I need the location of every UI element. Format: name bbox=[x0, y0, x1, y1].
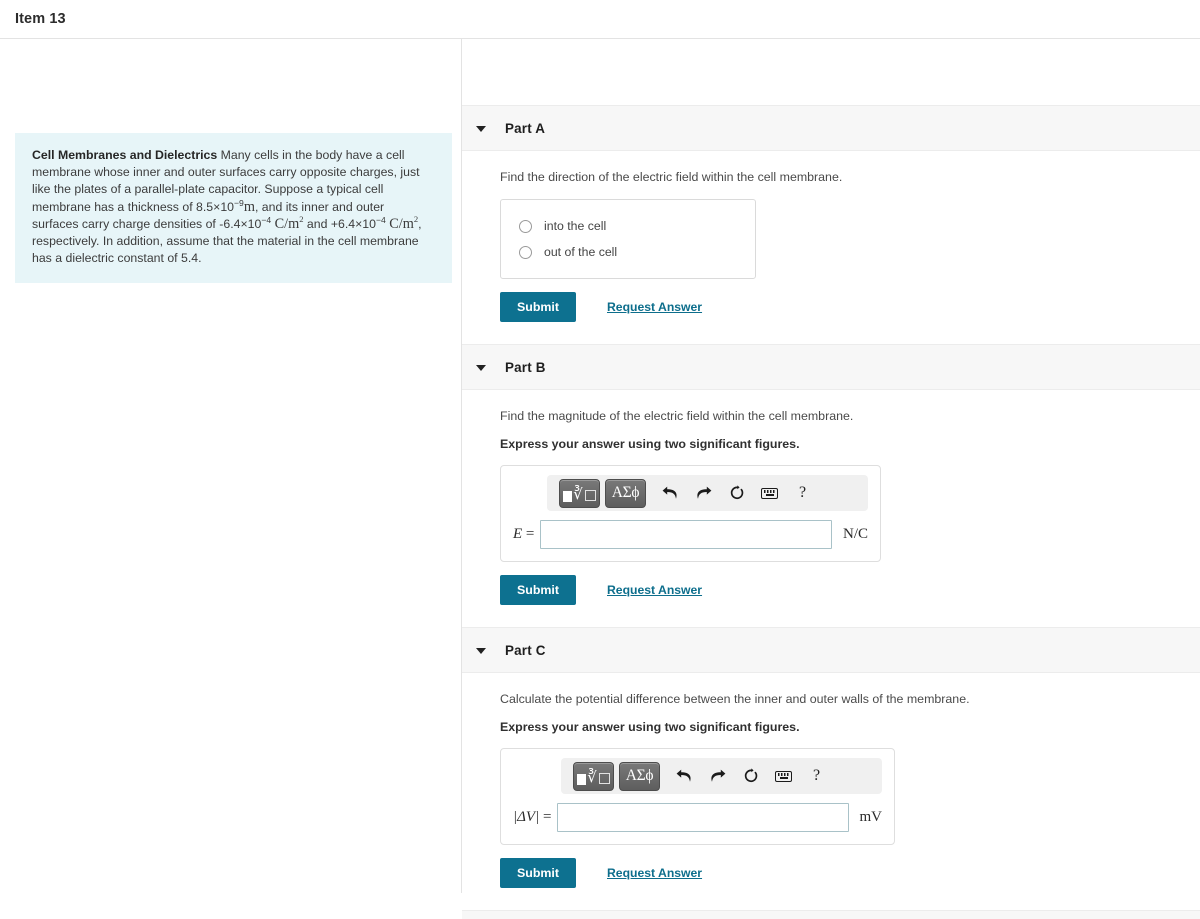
chevron-down-icon[interactable] bbox=[476, 647, 486, 654]
parts-pane: Part A Find the direction of the electri… bbox=[462, 39, 1200, 919]
submit-button[interactable]: Submit bbox=[500, 292, 576, 322]
problem-unit-3-base: C/m bbox=[389, 215, 414, 232]
choice-option-out-of-the-cell[interactable]: out of the cell bbox=[501, 239, 755, 265]
part-b-answer-box: ∛ ΑΣϕ ? E = N/C bbox=[500, 465, 881, 562]
part-b-header[interactable]: Part B bbox=[462, 344, 1200, 390]
greek-symbols-button[interactable]: ΑΣϕ bbox=[619, 761, 660, 791]
greek-letters-label: ΑΣϕ bbox=[611, 484, 640, 502]
part-a-question: Find the direction of the electric field… bbox=[500, 170, 843, 184]
submit-button[interactable]: Submit bbox=[500, 575, 576, 605]
part-section-a: Part A Find the direction of the electri… bbox=[462, 105, 1200, 344]
part-c-answer-row: |ΔV| = mV bbox=[513, 803, 882, 832]
part-c-header[interactable]: Part C bbox=[462, 627, 1200, 673]
part-b-answer-symbol: E = bbox=[513, 526, 540, 543]
problem-statement: Cell Membranes and Dielectrics Many cell… bbox=[15, 133, 452, 284]
chevron-down-icon[interactable] bbox=[476, 125, 486, 132]
top-bar: Item 13 bbox=[0, 0, 1200, 39]
part-b-symbol-glyph: E bbox=[513, 526, 523, 542]
greek-letters-label: ΑΣϕ bbox=[625, 767, 654, 785]
part-c-label: Part C bbox=[505, 642, 546, 658]
redo-icon[interactable] bbox=[704, 769, 731, 784]
part-c-unit: mV bbox=[859, 809, 883, 825]
part-c-equals-sign: = bbox=[539, 809, 552, 825]
problem-unit-2: C/m2 bbox=[274, 215, 304, 232]
math-template-button[interactable]: ∛ bbox=[573, 761, 614, 791]
part-a-actions: Submit Request Answer bbox=[500, 292, 1200, 344]
problem-text-3: and +6.4×10 bbox=[303, 216, 376, 231]
request-answer-link[interactable]: Request Answer bbox=[607, 583, 702, 597]
part-c-question: Calculate the potential difference betwe… bbox=[500, 692, 970, 706]
problem-exponent-2: −4 bbox=[261, 214, 272, 225]
part-b-answer-row: E = N/C bbox=[513, 520, 868, 549]
chevron-down-icon[interactable] bbox=[476, 364, 486, 371]
page-title: Item 13 bbox=[15, 11, 66, 27]
part-a-label: Part A bbox=[505, 120, 546, 136]
part-a-choice-group: into the cell out of the cell bbox=[500, 199, 756, 279]
template-radical-icon: ∛ bbox=[577, 768, 610, 785]
part-b-label: Part B bbox=[505, 359, 546, 375]
part-c-actions: Submit Request Answer bbox=[500, 858, 1200, 910]
keyboard-icon[interactable] bbox=[756, 487, 783, 499]
problem-unit-1: m bbox=[243, 198, 255, 215]
problem-heading: Cell Membranes and Dielectrics bbox=[32, 148, 218, 162]
undo-icon[interactable] bbox=[671, 769, 698, 784]
choice-label: into the cell bbox=[544, 219, 607, 233]
submit-button[interactable]: Submit bbox=[500, 858, 576, 888]
part-b-unit: N/C bbox=[842, 526, 868, 542]
reset-icon[interactable] bbox=[737, 768, 764, 784]
part-section-b: Part B Find the magnitude of the electri… bbox=[462, 344, 1200, 627]
part-b-question: Find the magnitude of the electric field… bbox=[500, 409, 854, 423]
part-a-body: Find the direction of the electric field… bbox=[462, 151, 1200, 344]
part-b-actions: Submit Request Answer bbox=[500, 575, 1200, 627]
part-b-equals-sign: = bbox=[522, 526, 535, 542]
choice-label: out of the cell bbox=[544, 245, 618, 259]
redo-icon[interactable] bbox=[690, 486, 717, 501]
part-b-body: Find the magnitude of the electric field… bbox=[462, 390, 1200, 627]
problem-exponent-1: −9 bbox=[234, 197, 244, 208]
part-c-sigfigs-note: Express your answer using two significan… bbox=[500, 720, 800, 734]
part-c-answer-input[interactable] bbox=[557, 803, 849, 832]
problem-pane: Cell Membranes and Dielectrics Many cell… bbox=[0, 39, 462, 893]
part-section-c: Part C Calculate the potential differenc… bbox=[462, 627, 1200, 910]
help-icon[interactable]: ? bbox=[803, 767, 830, 785]
greek-symbols-button[interactable]: ΑΣϕ bbox=[605, 478, 646, 508]
part-c-symbol-glyph: |ΔV| bbox=[513, 809, 540, 825]
part-c-math-toolbar: ∛ ΑΣϕ ? bbox=[561, 758, 882, 794]
part-a-header[interactable]: Part A bbox=[462, 105, 1200, 151]
math-template-button[interactable]: ∛ bbox=[559, 478, 600, 508]
radio-icon[interactable] bbox=[519, 219, 532, 233]
template-radical-icon: ∛ bbox=[563, 485, 596, 502]
part-b-answer-input[interactable] bbox=[540, 520, 832, 549]
part-c-answer-symbol: |ΔV| = bbox=[513, 809, 557, 826]
undo-icon[interactable] bbox=[657, 486, 684, 501]
help-icon[interactable]: ? bbox=[789, 484, 816, 502]
choice-option-into-the-cell[interactable]: into the cell bbox=[501, 213, 755, 239]
next-part-divider bbox=[462, 910, 1200, 919]
part-b-math-toolbar: ∛ ΑΣϕ ? bbox=[547, 475, 868, 511]
part-c-answer-box: ∛ ΑΣϕ ? |ΔV| = mV bbox=[500, 748, 895, 845]
problem-unit-2-base: C/m bbox=[274, 215, 300, 232]
keyboard-icon[interactable] bbox=[770, 770, 797, 782]
problem-exponent-3: −4 bbox=[376, 214, 386, 225]
request-answer-link[interactable]: Request Answer bbox=[607, 866, 702, 880]
radio-icon[interactable] bbox=[519, 245, 532, 259]
reset-icon[interactable] bbox=[723, 485, 750, 501]
request-answer-link[interactable]: Request Answer bbox=[607, 300, 702, 314]
part-c-body: Calculate the potential difference betwe… bbox=[462, 673, 1200, 910]
problem-unit-3: C/m2 bbox=[389, 215, 418, 232]
main-split: Cell Membranes and Dielectrics Many cell… bbox=[0, 39, 1200, 919]
part-b-sigfigs-note: Express your answer using two significan… bbox=[500, 437, 800, 451]
